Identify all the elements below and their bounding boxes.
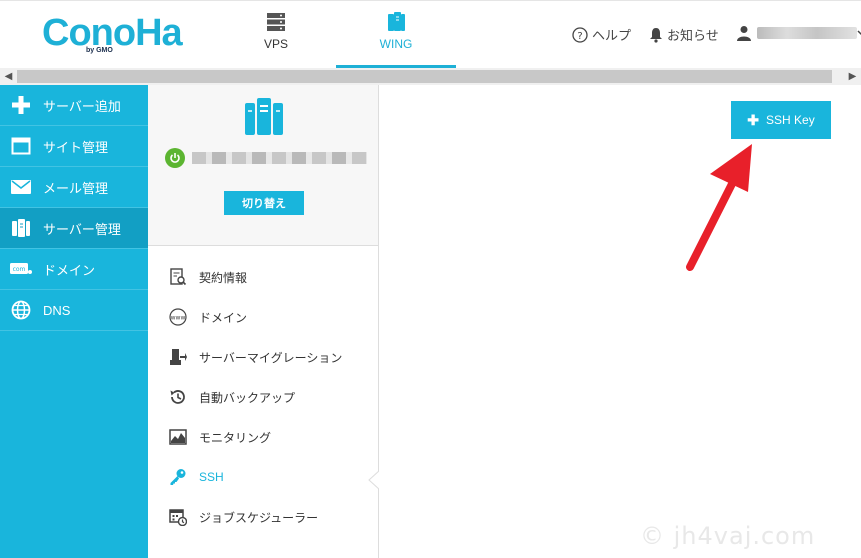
scroll-left-arrow-icon[interactable]: ◀: [0, 68, 17, 85]
main-content: [380, 85, 861, 558]
svg-text:?: ?: [577, 31, 582, 42]
backup-icon: [168, 387, 188, 407]
menu-item-label: 自動バックアップ: [199, 390, 296, 405]
bell-icon: [650, 27, 662, 43]
sidebar-item-server[interactable]: サーバー管理: [0, 208, 148, 249]
menu-item-migration[interactable]: サーバーマイグレーション: [148, 337, 378, 377]
user-menu[interactable]: [737, 25, 861, 41]
logo-sub: by GMO: [86, 47, 113, 54]
menu-item-contract[interactable]: 契約情報: [148, 257, 378, 297]
scrollbar-thumb[interactable]: [17, 70, 832, 83]
menu-item-label: 契約情報: [199, 270, 248, 285]
scheduler-icon: [168, 507, 188, 527]
server-menu: 契約情報 www ドメイン サーバーマイグレーション 自動バックアップ モニタリ…: [148, 257, 378, 537]
sidebar: サーバー追加 サイト管理 メール管理 サーバー管理 com ドメイン DNS: [0, 85, 148, 558]
domain-icon: com: [10, 258, 32, 280]
sidebar-item-label: サーバー管理: [43, 221, 121, 237]
monitoring-icon: [168, 427, 188, 447]
server-icon: [10, 217, 32, 239]
help-label: ヘルプ: [592, 28, 632, 43]
conoha-logo[interactable]: ConoHa by GMO: [42, 13, 183, 57]
server-summary: 切り替え: [148, 85, 378, 246]
plus-icon: [10, 94, 32, 116]
tab-wing[interactable]: WING: [336, 1, 456, 69]
annotation-arrow-icon: [686, 144, 752, 271]
menu-item-label: ドメイン: [199, 310, 248, 325]
tab-vps[interactable]: VPS: [236, 1, 316, 69]
watermark-text: © jh4vaj.com: [640, 522, 816, 550]
menu-item-domain[interactable]: www ドメイン: [148, 297, 378, 337]
menu-item-monitoring[interactable]: モニタリング: [148, 417, 378, 457]
tab-vps-label: VPS: [263, 37, 288, 51]
window-icon: [10, 135, 32, 157]
notice-label: お知らせ: [667, 28, 719, 43]
globe-icon: [10, 299, 32, 321]
tab-wing-label: WING: [379, 37, 413, 51]
switch-server-button[interactable]: 切り替え: [224, 191, 304, 215]
wing-server-icon: [245, 98, 283, 135]
sidebar-item-site[interactable]: サイト管理: [0, 126, 148, 167]
sidebar-item-label: ドメイン: [43, 262, 96, 278]
menu-item-backup[interactable]: 自動バックアップ: [148, 377, 378, 417]
server-name-redacted: [192, 152, 367, 164]
power-status-icon: [165, 148, 185, 168]
chevron-down-icon: [857, 30, 861, 36]
sidebar-item-mail[interactable]: メール管理: [0, 167, 148, 208]
ssh-key-button-label: SSH Key: [766, 113, 815, 127]
key-icon: [168, 467, 188, 487]
horizontal-scrollbar[interactable]: ◀ ▶: [0, 68, 861, 85]
sidebar-item-dns[interactable]: DNS: [0, 290, 148, 331]
menu-item-label: ジョブスケジューラー: [199, 510, 319, 525]
sidebar-item-label: DNS: [43, 302, 71, 318]
sidebar-item-label: サイト管理: [43, 139, 109, 155]
svg-text:com: com: [13, 266, 26, 273]
help-link[interactable]: ? ヘルプ: [572, 25, 631, 44]
menu-item-label: サーバーマイグレーション: [199, 350, 343, 365]
sidebar-item-label: メール管理: [43, 180, 109, 196]
plus-icon: ✚: [747, 111, 760, 128]
svg-text:www: www: [171, 315, 186, 322]
www-icon: www: [168, 307, 188, 327]
menu-item-label: SSH: [199, 470, 224, 484]
scroll-right-arrow-icon[interactable]: ▶: [844, 68, 861, 85]
menu-item-ssh[interactable]: SSH: [148, 457, 378, 497]
user-icon: [737, 26, 751, 41]
help-icon: ?: [572, 26, 588, 43]
sidebar-item-domain[interactable]: com ドメイン: [0, 249, 148, 290]
server-menu-panel: 切り替え 契約情報 www ドメイン サーバーマイグレーション 自動バックアップ: [148, 85, 379, 558]
top-header: ConoHa by GMO VPS WING ? ヘルプ お知らせ: [0, 0, 861, 69]
migration-icon: [168, 347, 188, 367]
menu-item-scheduler[interactable]: ジョブスケジューラー: [148, 497, 378, 537]
wing-server-icon: [388, 12, 405, 31]
mail-icon: [10, 176, 32, 198]
notice-link[interactable]: お知らせ: [649, 25, 719, 44]
user-name-redacted: [757, 27, 857, 39]
server-rack-icon: [267, 13, 285, 31]
active-menu-caret: [368, 470, 381, 490]
add-ssh-key-button[interactable]: ✚ SSH Key: [731, 101, 831, 139]
menu-item-label: モニタリング: [199, 430, 272, 445]
sidebar-item-add-server[interactable]: サーバー追加: [0, 85, 148, 126]
sidebar-item-label: サーバー追加: [43, 98, 121, 114]
contract-icon: [168, 267, 188, 287]
